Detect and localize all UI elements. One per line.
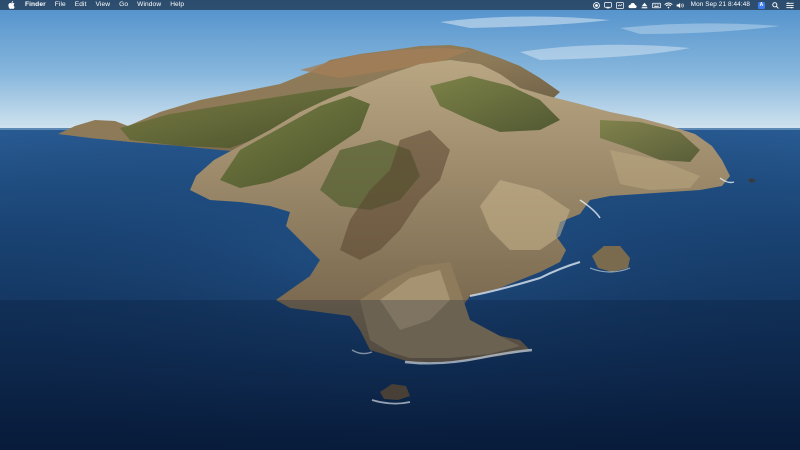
wifi-icon[interactable] — [663, 0, 673, 10]
menu-bar-clock[interactable]: Mon Sep 21 8:44:48 — [691, 0, 750, 10]
desktop[interactable]: Finder File Edit View Go Window Help Mon… — [0, 0, 800, 450]
apple-menu-icon[interactable] — [6, 0, 16, 10]
menu-file[interactable]: File — [55, 0, 66, 10]
wallpaper — [0, 0, 800, 450]
menu-bar: Finder File Edit View Go Window Help Mon… — [0, 0, 800, 10]
menu-help[interactable]: Help — [170, 0, 184, 10]
menu-go[interactable]: Go — [119, 0, 128, 10]
eject-icon[interactable] — [640, 0, 649, 10]
screen-recording-icon[interactable] — [616, 0, 625, 10]
menu-bar-right: Mon Sep 21 8:44:48 A — [589, 0, 794, 10]
menu-bar-left: Finder File Edit View Go Window Help — [6, 0, 193, 10]
spotlight-search-icon[interactable] — [771, 0, 780, 10]
display-icon[interactable] — [604, 0, 613, 10]
volume-icon[interactable] — [676, 0, 685, 10]
user-account-badge[interactable]: A — [758, 1, 765, 9]
record-icon[interactable] — [592, 0, 601, 10]
cloud-icon[interactable] — [628, 0, 637, 10]
control-center-icon[interactable] — [785, 0, 794, 10]
app-menu-finder[interactable]: Finder — [25, 0, 46, 10]
keyboard-icon[interactable] — [651, 0, 661, 10]
menu-view[interactable]: View — [96, 0, 111, 10]
menu-edit[interactable]: Edit — [75, 0, 87, 10]
menu-window[interactable]: Window — [137, 0, 161, 10]
